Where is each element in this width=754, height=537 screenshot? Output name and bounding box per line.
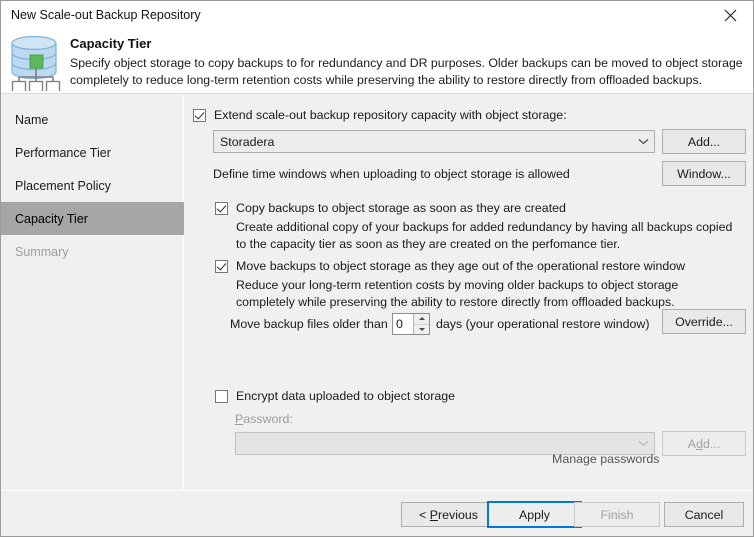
- object-storage-value: Storadera: [214, 135, 632, 149]
- extend-capacity-label: Extend scale-out backup repository capac…: [214, 108, 567, 122]
- stepper-buttons[interactable]: [413, 314, 429, 334]
- add-password-button: Add...: [662, 431, 746, 456]
- apply-button-label: Apply: [519, 508, 550, 522]
- move-age-stepper[interactable]: 0: [392, 313, 430, 335]
- chevron-down-icon: [632, 440, 654, 447]
- dialog-window: New Scale-out Backup Repository: [0, 0, 754, 537]
- page-description: Specify object storage to copy backups t…: [70, 55, 746, 88]
- wizard-steps-sidebar: Name Performance Tier Placement Policy C…: [1, 95, 184, 490]
- checkbox-box: [215, 390, 228, 403]
- cancel-button[interactable]: Cancel: [664, 502, 744, 527]
- add-repository-button[interactable]: Add...: [662, 129, 746, 154]
- object-storage-select[interactable]: Storadera: [213, 130, 655, 153]
- move-backups-description: Reduce your long-term retention costs by…: [236, 277, 734, 310]
- page-title: Capacity Tier: [70, 36, 151, 51]
- extend-capacity-checkbox[interactable]: Extend scale-out backup repository capac…: [193, 109, 693, 123]
- manage-passwords-link[interactable]: Manage passwords: [552, 452, 659, 466]
- move-age-prefix-label: Move backup files older than: [230, 317, 388, 331]
- move-age-suffix-label: days (your operational restore window): [436, 317, 650, 331]
- add-password-label: Add...: [688, 437, 720, 451]
- previous-button[interactable]: < Previous: [401, 502, 496, 527]
- sidebar-item-placement-policy[interactable]: Placement Policy: [1, 169, 184, 202]
- finish-button: Finish: [574, 502, 660, 527]
- finish-button-label: Finish: [600, 508, 633, 522]
- encrypt-data-checkbox[interactable]: Encrypt data uploaded to object storage: [215, 390, 645, 404]
- cancel-button-label: Cancel: [685, 508, 724, 522]
- copy-backups-checkbox[interactable]: Copy backups to object storage as soon a…: [215, 202, 735, 216]
- sidebar-item-label: Performance Tier: [15, 146, 111, 160]
- password-label: Password:: [235, 412, 293, 426]
- sidebar-item-label: Placement Policy: [15, 179, 111, 193]
- add-repository-label: Add...: [688, 135, 720, 149]
- override-button[interactable]: Override...: [662, 309, 746, 334]
- header-banner: Capacity Tier Specify object storage to …: [1, 30, 753, 94]
- chevron-down-icon: [632, 138, 654, 145]
- move-backups-checkbox[interactable]: Move backups to object storage as they a…: [215, 260, 745, 274]
- stepper-down-icon[interactable]: [414, 325, 429, 335]
- time-window-button-label: Window...: [677, 167, 731, 181]
- time-window-label: Define time windows when uploading to ob…: [213, 167, 570, 181]
- copy-backups-label: Copy backups to object storage as soon a…: [236, 201, 566, 215]
- encrypt-data-label: Encrypt data uploaded to object storage: [236, 389, 455, 403]
- time-window-button[interactable]: Window...: [662, 161, 746, 186]
- checkbox-box: [215, 202, 228, 215]
- sidebar-item-label: Name: [15, 113, 48, 127]
- scale-out-repository-icon: [8, 33, 64, 91]
- footer-bar: < Previous Apply Finish Cancel: [1, 490, 753, 536]
- override-button-label: Override...: [675, 315, 733, 329]
- stepper-up-icon[interactable]: [414, 314, 429, 325]
- checkbox-box: [193, 109, 206, 122]
- main-content-panel: Extend scale-out backup repository capac…: [185, 95, 754, 490]
- copy-backups-description: Create additional copy of your backups f…: [236, 219, 734, 252]
- apply-button[interactable]: Apply: [487, 501, 582, 528]
- sidebar-item-capacity-tier[interactable]: Capacity Tier: [1, 202, 184, 235]
- close-icon[interactable]: [707, 1, 753, 30]
- password-label-rest: assword:: [243, 412, 293, 426]
- checkbox-box: [215, 260, 228, 273]
- sidebar-item-label: Summary: [15, 245, 68, 259]
- move-backups-label: Move backups to object storage as they a…: [236, 259, 685, 273]
- sidebar-item-summary: Summary: [1, 235, 184, 268]
- previous-button-label: < Previous: [419, 508, 478, 522]
- sidebar-item-label: Capacity Tier: [15, 212, 88, 226]
- window-title: New Scale-out Backup Repository: [11, 8, 201, 22]
- move-age-value: 0: [393, 314, 413, 334]
- sidebar-item-name[interactable]: Name: [1, 103, 184, 136]
- title-bar: New Scale-out Backup Repository: [1, 1, 753, 30]
- sidebar-item-performance-tier[interactable]: Performance Tier: [1, 136, 184, 169]
